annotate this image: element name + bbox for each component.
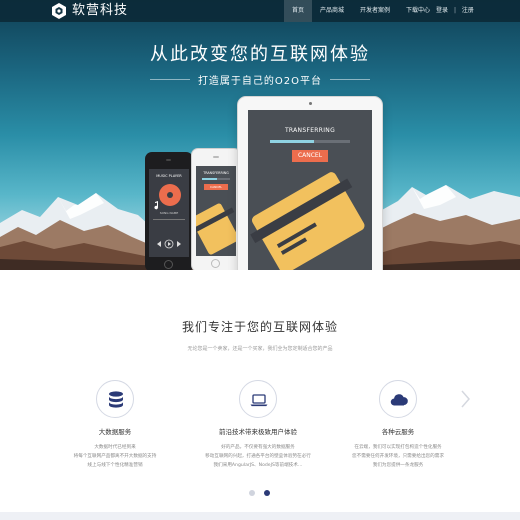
database-icon xyxy=(109,391,123,408)
phone-dark-mockup: MUSIC PLAYER SONG NAME xyxy=(145,152,193,270)
login-link[interactable]: 登录 xyxy=(436,7,448,14)
card-graphic-small xyxy=(196,203,236,255)
phone-white-mockup: TRANSFERRING CANCEL xyxy=(191,148,241,270)
section-subtitle: 无论您是一个卖家，还是一个买家，我们全为您定制适合您的产品 xyxy=(187,346,333,352)
playback-controls-icon xyxy=(157,239,181,249)
phone-cancel-button[interactable]: CANCEL xyxy=(204,184,228,190)
register-link[interactable]: 注册 xyxy=(462,7,474,14)
auth-links: 登录 | 注册 xyxy=(436,0,474,22)
carousel-dot-1[interactable] xyxy=(249,490,255,496)
feature-title: 大数据服务 xyxy=(98,428,132,436)
nav-item-home[interactable]: 首页 xyxy=(284,0,313,22)
hero-banner: 从此改变您的互联网体验 打造属于自己的O2O平台 MUSIC PLAYER SO… xyxy=(0,0,520,270)
feature-title: 各种云服务 xyxy=(381,428,415,436)
music-player-screen: MUSIC PLAYER SONG NAME xyxy=(149,169,189,257)
laptop-icon xyxy=(250,394,268,407)
main-nav: 首页 产品商城 开发者案例 下载中心 xyxy=(284,0,438,22)
song-progress xyxy=(153,219,185,220)
feature-desc-line: 好的产品，不仅要有强大的数据服务 xyxy=(221,445,295,450)
credit-card-graphic xyxy=(250,172,365,270)
vinyl-disc-icon xyxy=(159,184,181,206)
hero-subtitle: 打造属于自己的O2O平台 xyxy=(197,76,323,87)
tablet-progress-fill xyxy=(270,140,314,143)
home-button xyxy=(164,260,173,269)
auth-separator: | xyxy=(453,7,456,14)
nav-item-developer-cases[interactable]: 开发者案例 xyxy=(352,0,398,22)
nav-item-product-store[interactable]: 产品商城 xyxy=(312,0,352,22)
music-note-icon xyxy=(154,201,159,210)
page: 从此改变您的互联网体验 打造属于自己的O2O平台 MUSIC PLAYER SO… xyxy=(0,0,520,520)
cloud-icon xyxy=(390,394,408,406)
feature-desc-line: 您不需要任何开发环境，只需要给出您的需求 xyxy=(352,454,444,459)
nav-item-download-center[interactable]: 下载中心 xyxy=(398,0,438,22)
top-nav-bar: 软营科技 首页 产品商城 开发者案例 下载中心 登录 | 注册 xyxy=(0,0,520,22)
feature-desc-line: 在云端，我们可以实现打包构造个性化服务 xyxy=(354,445,442,450)
camera xyxy=(309,102,312,105)
feature-desc-line: 将每个互联网产品都离不开大数据的支持 xyxy=(73,454,157,459)
feature-title: 前沿技术带来极致用户体验 xyxy=(219,428,297,436)
feature-icon-circle xyxy=(96,380,134,418)
phone-progress-bar xyxy=(202,178,230,180)
feature-icon-circle xyxy=(379,380,417,418)
tablet-progress-bar xyxy=(270,140,350,143)
speaker xyxy=(213,156,219,158)
tablet-mockup: TRANSFERRING CANCEL xyxy=(237,96,383,270)
feature-desc-line: 大数据时代已经到来 xyxy=(94,445,136,450)
carousel-next-arrow-icon[interactable] xyxy=(458,388,472,410)
transfer-screen-tablet: TRANSFERRING CANCEL xyxy=(248,110,372,270)
tablet-transfer-title: TRANSFERRING xyxy=(284,127,336,134)
feature-desc-line: 线上与线下个性化精准营销 xyxy=(87,463,143,468)
hexagon-logo-icon[interactable] xyxy=(52,3,66,19)
brand-name[interactable]: 软营科技 xyxy=(72,3,128,19)
tablet-cancel-button[interactable]: CANCEL xyxy=(292,150,328,162)
home-button xyxy=(211,259,220,268)
section-title: 我们专注于您的互联网体验 xyxy=(181,320,338,334)
hero-title: 从此改变您的互联网体验 xyxy=(150,44,370,65)
footer-strip xyxy=(0,512,520,520)
song-name-label: SONG NAME xyxy=(159,211,179,215)
phone-transfer-title: TRANSFERRING xyxy=(203,171,229,175)
feature-desc-line: 移动互联网的兴起，打通各平台的壁垒体验势在必行 xyxy=(205,454,311,459)
phone-progress-fill xyxy=(202,178,218,180)
feature-icon-circle xyxy=(239,380,277,418)
subtitle-divider-right xyxy=(330,79,370,80)
feature-desc-line: 我们为您提供一条龙服务 xyxy=(372,463,424,468)
music-player-title: MUSIC PLAYER xyxy=(156,174,182,178)
carousel-dot-2[interactable] xyxy=(264,490,270,496)
speaker xyxy=(166,159,171,161)
transfer-screen-phone: TRANSFERRING CANCEL xyxy=(196,166,236,256)
feature-desc-line: 我们采用AngularJS、NodeJS等前端技术… xyxy=(213,463,303,468)
